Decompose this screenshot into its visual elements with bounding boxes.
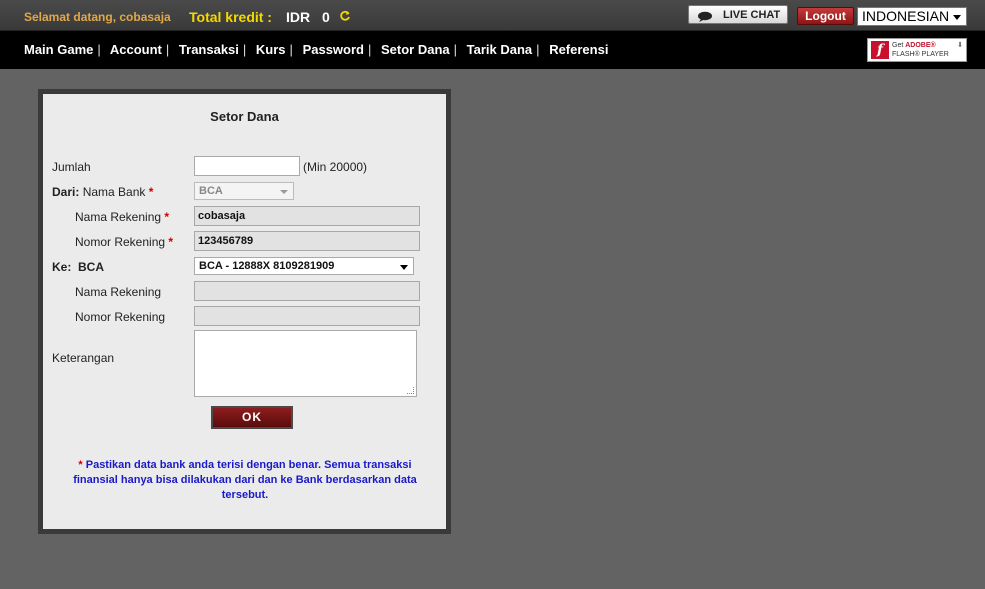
nav-item-kurs[interactable]: Kurs: [256, 42, 286, 57]
flash-get-text: Get ADOBE®: [892, 42, 936, 49]
top-bar: Selamat datang, cobasaja Total kredit : …: [0, 0, 985, 31]
dari-nama-bank-label: Dari: Nama Bank *: [52, 185, 154, 199]
refresh-icon[interactable]: [339, 9, 351, 21]
nav-separator: |: [242, 42, 247, 57]
chevron-down-icon: [280, 190, 288, 194]
nav-item-setor-dana[interactable]: Setor Dana: [381, 42, 450, 57]
nama-bank-select: BCA: [194, 182, 294, 200]
bank-data-notice: * Pastikan data bank anda terisi dengan …: [73, 459, 417, 501]
nama-rekening-label: Nama Rekening *: [75, 210, 170, 224]
nav-item-tarik-dana[interactable]: Tarik Dana: [467, 42, 533, 57]
flash-player-text: FLASH® PLAYER: [892, 51, 949, 58]
ke-nomor-rekening-label: Nomor Rekening: [75, 310, 166, 324]
nomor-rekening-label: Nomor Rekening *: [75, 235, 174, 249]
nav-separator: |: [536, 42, 540, 57]
nav-menu: Main Game | Account | Transaksi | Kurs | Pas…: [24, 42, 608, 57]
welcome-text: Selamat datang, cobasaja: [24, 10, 171, 24]
chat-bubble-icon: [697, 9, 713, 22]
nav-item-referensi[interactable]: Referensi: [549, 42, 608, 57]
resize-grip-icon[interactable]: [407, 387, 414, 394]
nav-separator: |: [97, 42, 101, 57]
nav-separator: |: [289, 42, 293, 57]
setor-dana-form: Setor Dana Jumlah (Min 20000) Dari: Nama…: [43, 94, 446, 529]
keterangan-label: Keterangan: [52, 351, 115, 365]
jumlah-label: Jumlah: [52, 160, 91, 174]
tujuan-bank-value: BCA - 12888X 8109281909: [199, 260, 335, 272]
live-chat-button[interactable]: LIVE CHAT: [688, 5, 788, 24]
ke-bank-label: Ke: BCA: [52, 260, 105, 274]
live-chat-label: LIVE CHAT: [723, 9, 781, 21]
ok-button[interactable]: OK: [211, 406, 293, 429]
nav-item-transaksi[interactable]: Transaksi: [179, 42, 239, 57]
nav-item-password[interactable]: Password: [303, 42, 364, 57]
chevron-down-icon: [400, 265, 408, 270]
credit-value: 0: [322, 9, 330, 25]
ke-nomor-rekening-field: [194, 306, 420, 326]
jumlah-input[interactable]: [194, 156, 300, 176]
get-flash-player-badge[interactable]: f Get ADOBE® FLASH® PLAYER ⬇: [867, 38, 967, 62]
download-arrow-icon: ⬇: [957, 42, 963, 49]
total-credit-label: Total kredit :: [189, 9, 272, 25]
tujuan-bank-select[interactable]: BCA - 12888X 8109281909: [194, 257, 414, 275]
nav-separator: |: [453, 42, 458, 57]
ke-nama-rekening-label: Nama Rekening: [75, 285, 162, 299]
language-select[interactable]: INDONESIAN: [857, 7, 967, 26]
language-value: INDONESIAN: [862, 8, 950, 24]
nav-item-main-game[interactable]: Main Game: [24, 42, 93, 57]
nav-separator: |: [165, 42, 170, 57]
nav-item-account[interactable]: Account: [110, 42, 162, 57]
nama-bank-value: BCA: [199, 185, 223, 197]
chevron-down-icon: [953, 15, 961, 20]
min-amount-note: (Min 20000): [303, 160, 368, 174]
ke-nama-rekening-field: [194, 281, 420, 301]
nama-rekening-field: cobasaja: [194, 206, 420, 226]
currency-label: IDR: [286, 9, 311, 25]
keterangan-textarea[interactable]: [194, 330, 417, 397]
logout-button[interactable]: Logout: [797, 7, 854, 25]
flash-logo-icon: f: [871, 41, 889, 59]
nomor-rekening-field: 123456789: [194, 231, 420, 251]
form-title: Setor Dana: [210, 109, 279, 124]
nav-separator: |: [367, 42, 372, 57]
setor-dana-panel: Setor Dana Jumlah (Min 20000) Dari: Nama…: [38, 89, 451, 534]
main-nav: Main Game | Account | Transaksi | Kurs | Pas…: [0, 31, 985, 69]
